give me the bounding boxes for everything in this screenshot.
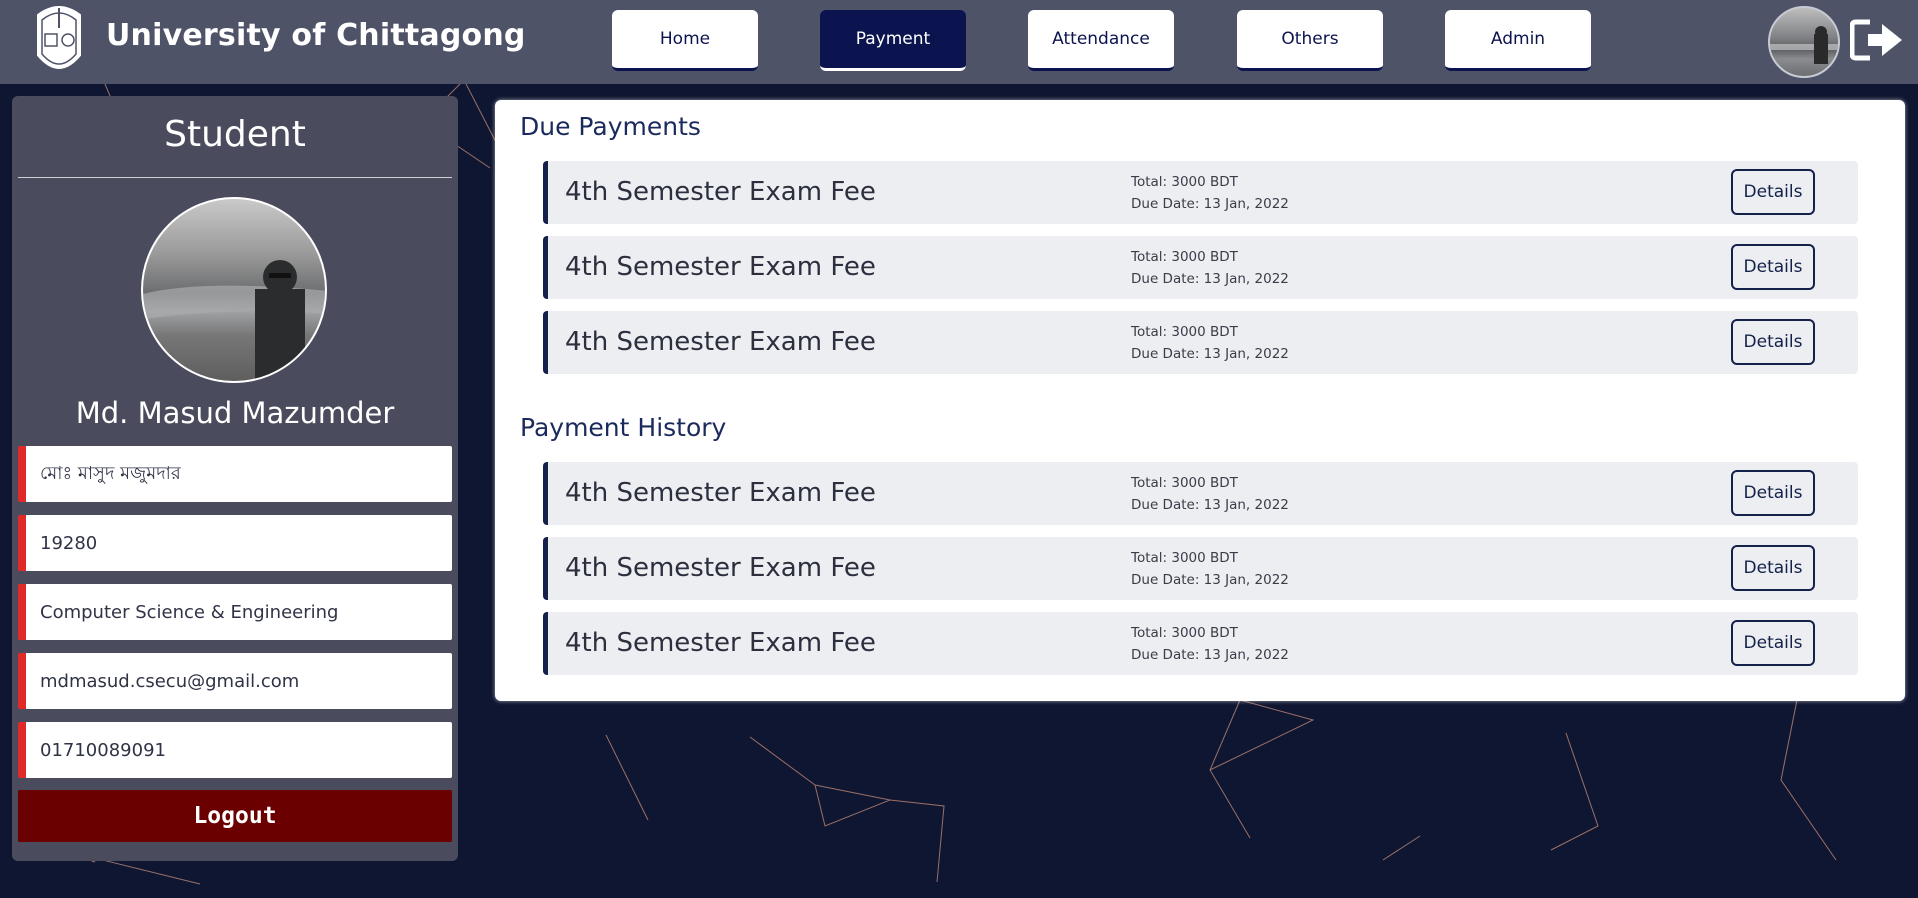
payment-meta: Total: 3000 BDT Due Date: 13 Jan, 2022	[1131, 321, 1289, 365]
payment-due-date: Due Date: 13 Jan, 2022	[1131, 196, 1289, 212]
nav-attendance[interactable]: Attendance	[1028, 10, 1174, 71]
nav-payment[interactable]: Payment	[820, 10, 966, 71]
payment-due-date: Due Date: 13 Jan, 2022	[1131, 572, 1289, 588]
payments-panel: Due Payments 4th Semester Exam Fee Total…	[495, 100, 1905, 701]
details-button[interactable]: Details	[1731, 319, 1815, 365]
university-logo-icon[interactable]	[28, 0, 90, 80]
student-id-field: 19280	[18, 515, 452, 571]
department-field: Computer Science & Engineering	[18, 584, 452, 640]
student-sidebar: Student Md. Masud Mazumder মোঃ মাসুদ মজু…	[12, 96, 458, 861]
payment-due-date: Due Date: 13 Jan, 2022	[1131, 346, 1289, 362]
details-button[interactable]: Details	[1731, 169, 1815, 215]
divider	[18, 177, 452, 178]
details-button[interactable]: Details	[1731, 545, 1815, 591]
profile-photo	[141, 197, 327, 383]
due-payment-card: 4th Semester Exam Fee Total: 3000 BDT Du…	[543, 236, 1858, 299]
details-button[interactable]: Details	[1731, 244, 1815, 290]
payment-meta: Total: 3000 BDT Due Date: 13 Jan, 2022	[1131, 171, 1289, 215]
payment-title: 4th Semester Exam Fee	[565, 177, 876, 207]
due-payment-card: 4th Semester Exam Fee Total: 3000 BDT Du…	[543, 311, 1858, 374]
sidebar-title: Student	[164, 114, 306, 155]
payment-history-heading: Payment History	[520, 413, 727, 442]
payment-total: Total: 3000 BDT	[1131, 625, 1238, 641]
payment-title: 4th Semester Exam Fee	[565, 327, 876, 357]
payment-meta: Total: 3000 BDT Due Date: 13 Jan, 2022	[1131, 547, 1289, 591]
payment-due-date: Due Date: 13 Jan, 2022	[1131, 271, 1289, 287]
history-payment-card: 4th Semester Exam Fee Total: 3000 BDT Du…	[543, 462, 1858, 525]
history-payment-card: 4th Semester Exam Fee Total: 3000 BDT Du…	[543, 537, 1858, 600]
details-button[interactable]: Details	[1731, 620, 1815, 666]
logout-arrow-icon[interactable]	[1850, 18, 1904, 62]
user-avatar[interactable]	[1768, 6, 1840, 78]
payment-meta: Total: 3000 BDT Due Date: 13 Jan, 2022	[1131, 246, 1289, 290]
top-header: University of Chittagong Home Payment At…	[0, 0, 1918, 84]
university-name[interactable]: University of Chittagong	[106, 18, 526, 53]
payment-total: Total: 3000 BDT	[1131, 324, 1238, 340]
nav-others[interactable]: Others	[1237, 10, 1383, 71]
phone-field: 01710089091	[18, 722, 452, 778]
bangla-name-field: মোঃ মাসুদ মজুমদার	[18, 446, 452, 502]
payment-title: 4th Semester Exam Fee	[565, 553, 876, 583]
due-payments-heading: Due Payments	[520, 112, 701, 141]
logout-button[interactable]: Logout	[18, 790, 452, 842]
payment-meta: Total: 3000 BDT Due Date: 13 Jan, 2022	[1131, 622, 1289, 666]
payment-due-date: Due Date: 13 Jan, 2022	[1131, 647, 1289, 663]
nav-admin[interactable]: Admin	[1445, 10, 1591, 71]
email-field: mdmasud.csecu@gmail.com	[18, 653, 452, 709]
student-name: Md. Masud Mazumder	[75, 396, 395, 430]
nav-home[interactable]: Home	[612, 10, 758, 71]
payment-title: 4th Semester Exam Fee	[565, 252, 876, 282]
payment-title: 4th Semester Exam Fee	[565, 478, 876, 508]
payment-title: 4th Semester Exam Fee	[565, 628, 876, 658]
payment-due-date: Due Date: 13 Jan, 2022	[1131, 497, 1289, 513]
details-button[interactable]: Details	[1731, 470, 1815, 516]
due-payment-card: 4th Semester Exam Fee Total: 3000 BDT Du…	[543, 161, 1858, 224]
history-payment-card: 4th Semester Exam Fee Total: 3000 BDT Du…	[543, 612, 1858, 675]
payment-total: Total: 3000 BDT	[1131, 249, 1238, 265]
payment-total: Total: 3000 BDT	[1131, 475, 1238, 491]
payment-total: Total: 3000 BDT	[1131, 174, 1238, 190]
payment-total: Total: 3000 BDT	[1131, 550, 1238, 566]
payment-meta: Total: 3000 BDT Due Date: 13 Jan, 2022	[1131, 472, 1289, 516]
